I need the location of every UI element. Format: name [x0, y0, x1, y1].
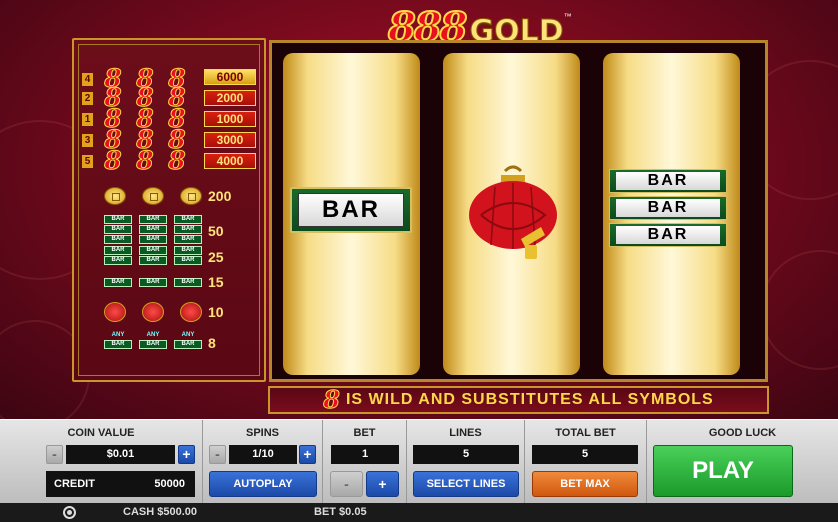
select-lines-button[interactable]: SELECT LINES — [413, 471, 519, 497]
trademark-symbol: ™ — [563, 12, 572, 21]
play-button[interactable]: PLAY — [653, 445, 793, 497]
bet-increase-button[interactable]: + — [366, 471, 399, 497]
bet-section: BET 1 - + — [323, 420, 407, 504]
coin-value-increase-button[interactable]: + — [178, 445, 195, 464]
total-bet-section: TOTAL BET 5 BET MAX — [525, 420, 647, 504]
coin-icon — [142, 187, 164, 205]
double-bar-icon: BAR BAR — [104, 246, 132, 265]
line-number: 1 — [82, 112, 93, 126]
wild-info-text: IS WILD AND SUBSTITUTES ALL SYMBOLS — [345, 391, 714, 408]
wild-eight-symbol: 8 — [323, 385, 341, 414]
control-panel: COIN VALUE - $0.01 + CREDIT 50000 SPINS … — [0, 419, 838, 504]
bar-symbol: BAR — [609, 169, 727, 193]
paytable-double-bar-row: BAR BAR BAR BAR BAR BAR 25 — [104, 246, 224, 265]
line-number: 3 — [82, 133, 93, 147]
reel-3: BAR BAR BAR — [603, 53, 740, 375]
bet-max-button[interactable]: BET MAX — [532, 471, 638, 497]
line-pay-value: 3000 — [204, 132, 256, 148]
bar-symbol: BAR — [290, 187, 412, 233]
symbol-pay: 50 — [208, 223, 224, 239]
coin-value-label: COIN VALUE — [67, 427, 135, 439]
single-bar-icon: BAR — [139, 278, 167, 287]
symbol-pay: 10 — [208, 304, 224, 320]
credit-display: CREDIT 50000 — [46, 471, 195, 497]
triple-bar-icon: BAR BAR BAR — [139, 215, 167, 244]
eight-symbol: 8 — [136, 146, 154, 175]
lines-label: LINES — [449, 427, 482, 439]
paytable-lantern-row: 10 — [104, 302, 224, 322]
coin-icon — [180, 187, 202, 205]
paytable-coins-row: 200 — [104, 187, 231, 205]
autoplay-button[interactable]: AUTOPLAY — [209, 471, 317, 497]
triple-bar-icon: BAR BAR BAR — [104, 215, 132, 244]
lines-section: LINES 5 SELECT LINES — [407, 420, 525, 504]
single-bar-icon: BAR — [174, 278, 202, 287]
line-pay-value: 4000 — [204, 153, 256, 169]
any-bar-icon: ANY BAR — [139, 332, 167, 349]
total-bet-label: TOTAL BET — [555, 427, 616, 439]
credit-value: 50000 — [154, 478, 185, 490]
any-bar-icon: ANY BAR — [104, 332, 132, 349]
paytable-line-row: 5 8 8 8 — [82, 146, 193, 175]
bet-label: BET — [353, 427, 376, 439]
lantern-icon — [469, 165, 557, 259]
line-pay-value: 2000 — [204, 90, 256, 106]
paytable-single-bar-row: BAR BAR BAR 15 — [104, 274, 224, 290]
double-bar-icon: BAR BAR — [139, 246, 167, 265]
paytable-triple-bar-row: BAR BAR BAR BAR BAR BAR BAR BAR BAR 50 — [104, 215, 224, 244]
lantern-icon — [180, 302, 202, 322]
reel-2 — [443, 53, 580, 375]
play-section: GOOD LUCK PLAY — [647, 420, 838, 504]
spins-field: 1/10 — [229, 445, 297, 464]
background-swirl — [760, 250, 838, 370]
symbol-pay: 25 — [208, 249, 224, 265]
paytable-any-bar-row: ANY BAR ANY BAR ANY BAR 8 — [104, 332, 216, 351]
coin-value-decrease-button[interactable]: - — [46, 445, 63, 464]
coin-value-field: $0.01 — [66, 445, 175, 464]
line-pay-value: 1000 — [204, 111, 256, 127]
bet-field: 1 — [331, 445, 399, 464]
lantern-icon — [142, 302, 164, 322]
spins-increase-button[interactable]: + — [299, 445, 316, 464]
credit-label: CREDIT — [54, 478, 95, 490]
spins-label: SPINS — [245, 427, 279, 439]
bar-symbol: BAR — [609, 196, 727, 220]
gear-icon[interactable] — [63, 506, 76, 519]
line-pay-value: 6000 — [204, 69, 256, 85]
game-area: 888 GOLD ™ 4 8 8 8 6000 2 8 8 8 2000 1 8… — [0, 0, 838, 419]
single-bar-icon: BAR — [104, 278, 132, 287]
cash-display: CASH $500.00 — [123, 506, 197, 518]
triple-bar-icon: BAR BAR BAR — [174, 215, 202, 244]
spins-section: SPINS - 1/10 + AUTOPLAY — [203, 420, 323, 504]
reel-1: BAR — [283, 53, 420, 375]
good-luck-label: GOOD LUCK — [708, 427, 777, 439]
status-bar: CASH $500.00 BET $0.05 — [0, 503, 838, 522]
symbol-pay: 200 — [208, 188, 232, 204]
paytable: 4 8 8 8 6000 2 8 8 8 2000 1 8 8 8 1000 3… — [72, 38, 266, 382]
bet-display: BET $0.05 — [314, 506, 367, 518]
bet-decrease-button[interactable]: - — [330, 471, 363, 497]
wild-info-banner: 8 IS WILD AND SUBSTITUTES ALL SYMBOLS — [268, 386, 769, 414]
lantern-icon — [104, 302, 126, 322]
line-number: 5 — [82, 154, 93, 168]
bar-symbol: BAR — [609, 223, 727, 247]
symbol-pay: 15 — [208, 274, 224, 290]
coin-value-section: COIN VALUE - $0.01 + CREDIT 50000 — [0, 420, 203, 504]
coin-icon — [104, 187, 126, 205]
line-number: 2 — [82, 91, 93, 105]
eight-symbol: 8 — [168, 146, 186, 175]
symbol-pay: 8 — [208, 335, 216, 351]
eight-symbol: 8 — [104, 146, 122, 175]
lines-field: 5 — [413, 445, 519, 464]
any-bar-icon: ANY BAR — [174, 332, 202, 349]
reels-frame: BAR BAR BAR BAR — [269, 40, 768, 382]
double-bar-icon: BAR BAR — [174, 246, 202, 265]
total-bet-field: 5 — [532, 445, 638, 464]
spins-decrease-button[interactable]: - — [209, 445, 226, 464]
line-number: 4 — [82, 72, 93, 86]
